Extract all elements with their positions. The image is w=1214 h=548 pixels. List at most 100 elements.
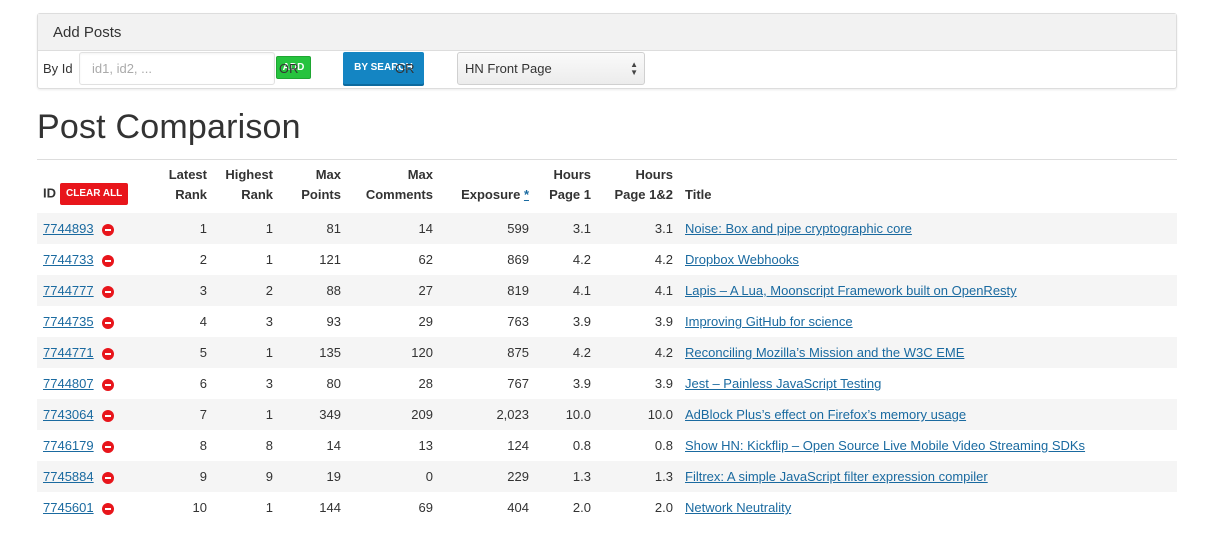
title-cell: Lapis – A Lua, Moonscript Framework buil…: [679, 275, 1177, 306]
latest-rank-cell: 8: [199, 438, 207, 453]
post-id-link[interactable]: 7744735: [43, 314, 94, 329]
or-label-2: OR: [395, 61, 415, 76]
title-cell: Show HN: Kickflip – Open Source Live Mob…: [679, 430, 1177, 461]
hours-page12-cell: 4.2: [654, 252, 673, 267]
minus-circle-icon[interactable]: [101, 409, 114, 422]
id-cell: 7744807: [37, 368, 155, 399]
hours-page1-cell: 2.0: [572, 500, 591, 515]
table-row: 7745601 10 1 144 69 404 2.0 2.0 Network Neutrali…: [37, 492, 1177, 523]
col-hours-page1: Hours Page 1: [549, 167, 591, 202]
post-title-link[interactable]: Noise: Box and pipe cryptographic core: [685, 221, 912, 236]
table-row: 7744893 1 1 81 14 599 3.1 3.1 Noise: Box and pip…: [37, 213, 1177, 244]
minus-circle-icon[interactable]: [101, 254, 114, 267]
max-points-cell: 81: [326, 221, 341, 236]
highest-rank-cell: 1: [265, 345, 273, 360]
max-points-cell: 144: [319, 500, 341, 515]
post-id-link[interactable]: 7745601: [43, 500, 94, 515]
latest-rank-cell: 4: [199, 314, 207, 329]
post-title-link[interactable]: Improving GitHub for science: [685, 314, 853, 329]
post-title-link[interactable]: Dropbox Webhooks: [685, 252, 799, 267]
title-cell: Dropbox Webhooks: [679, 244, 1177, 275]
post-title-link[interactable]: Show HN: Kickflip – Open Source Live Mob…: [685, 438, 1085, 453]
or-label-1: OR: [279, 61, 299, 76]
latest-rank-cell: 3: [199, 283, 207, 298]
max-points-cell: 349: [319, 407, 341, 422]
title-cell: Noise: Box and pipe cryptographic core: [679, 213, 1177, 244]
col-max-points: Max Points: [301, 167, 341, 202]
hours-page1-cell: 4.1: [572, 283, 591, 298]
hours-page12-cell: 10.0: [647, 407, 673, 422]
table-row: 7744733 2 1 121 62 869 4.2 4.2 Dropbox Webhooks: [37, 244, 1177, 275]
hours-page12-cell: 2.0: [654, 500, 673, 515]
table-row: 7744735 4 3 93 29 763 3.9 3.9 Improving GitHub f…: [37, 306, 1177, 337]
highest-rank-cell: 3: [265, 376, 273, 391]
exposure-cell: 869: [507, 252, 529, 267]
post-title-link[interactable]: Jest – Painless JavaScript Testing: [685, 376, 881, 391]
latest-rank-cell: 1: [199, 221, 207, 236]
post-id-link[interactable]: 7744807: [43, 376, 94, 391]
max-comments-cell: 14: [418, 221, 433, 236]
hours-page1-cell: 4.2: [572, 345, 591, 360]
highest-rank-cell: 3: [265, 314, 273, 329]
latest-rank-cell: 5: [199, 345, 207, 360]
title-cell: Filtrex: A simple JavaScript filter expr…: [679, 461, 1177, 492]
post-title-link[interactable]: Lapis – A Lua, Moonscript Framework buil…: [685, 283, 1017, 298]
hours-page1-cell: 3.1: [572, 221, 591, 236]
up-down-arrows-icon: ▲ ▼: [630, 59, 638, 77]
exposure-cell: 229: [507, 469, 529, 484]
source-select[interactable]: HN Front Page ▲ ▼: [457, 52, 645, 85]
minus-circle-icon[interactable]: [101, 440, 114, 453]
add-posts-title: Add Posts: [38, 14, 1176, 51]
exposure-cell: 763: [507, 314, 529, 329]
post-title-link[interactable]: Filtrex: A simple JavaScript filter expr…: [685, 469, 988, 484]
minus-circle-icon[interactable]: [101, 471, 114, 484]
table-row: 7744807 6 3 80 28 767 3.9 3.9 Jest – Painless Ja…: [37, 368, 1177, 399]
hours-page1-cell: 1.3: [572, 469, 591, 484]
post-id-link[interactable]: 7744893: [43, 221, 94, 236]
hours-page12-cell: 3.9: [654, 376, 673, 391]
max-points-cell: 80: [326, 376, 341, 391]
max-comments-cell: 28: [418, 376, 433, 391]
highest-rank-cell: 9: [265, 469, 273, 484]
minus-circle-icon[interactable]: [101, 223, 114, 236]
id-cell: 7744771: [37, 337, 155, 368]
max-comments-cell: 29: [418, 314, 433, 329]
comparison-table: ID CLEAR ALL Latest Rank Highest Rank Max Po…: [37, 165, 1177, 523]
post-id-link[interactable]: 7744777: [43, 283, 94, 298]
col-hours-page12: Hours Page 1&2: [614, 167, 673, 202]
minus-circle-icon[interactable]: [101, 285, 114, 298]
id-input[interactable]: [79, 52, 275, 85]
hours-page1-cell: 3.9: [572, 314, 591, 329]
post-title-link[interactable]: AdBlock Plus’s effect on Firefox’s memor…: [685, 407, 966, 422]
post-id-link[interactable]: 7744733: [43, 252, 94, 267]
minus-circle-icon[interactable]: [101, 378, 114, 391]
exposure-info-link[interactable]: *: [524, 187, 529, 202]
exposure-cell: 124: [507, 438, 529, 453]
max-comments-cell: 13: [418, 438, 433, 453]
post-title-link[interactable]: Reconciling Mozilla’s Mission and the W3…: [685, 345, 964, 360]
post-id-link[interactable]: 7746179: [43, 438, 94, 453]
minus-circle-icon[interactable]: [101, 316, 114, 329]
max-comments-cell: 120: [411, 345, 433, 360]
highest-rank-cell: 2: [265, 283, 273, 298]
post-id-link[interactable]: 7745884: [43, 469, 94, 484]
minus-circle-icon[interactable]: [101, 347, 114, 360]
col-exposure: Exposure *: [461, 187, 529, 202]
post-id-link[interactable]: 7744771: [43, 345, 94, 360]
max-comments-cell: 62: [418, 252, 433, 267]
minus-circle-icon[interactable]: [101, 502, 114, 515]
latest-rank-cell: 7: [199, 407, 207, 422]
table-row: 7744777 3 2 88 27 819 4.1 4.1 Lapis – A Lua, Moo…: [37, 275, 1177, 306]
max-points-cell: 19: [326, 469, 341, 484]
highest-rank-cell: 1: [265, 221, 273, 236]
title-divider: [37, 159, 1177, 160]
by-id-label: By Id: [43, 61, 73, 76]
post-title-link[interactable]: Network Neutrality: [685, 500, 791, 515]
post-id-link[interactable]: 7743064: [43, 407, 94, 422]
title-cell: Network Neutrality: [679, 492, 1177, 523]
max-points-cell: 14: [326, 438, 341, 453]
add-posts-panel: Add Posts By Id ADD OR BY SEARCH OR HN F…: [37, 13, 1177, 89]
clear-all-button[interactable]: CLEAR ALL: [60, 183, 129, 205]
col-highest-rank: Highest Rank: [225, 167, 273, 202]
hours-page12-cell: 3.9: [654, 314, 673, 329]
